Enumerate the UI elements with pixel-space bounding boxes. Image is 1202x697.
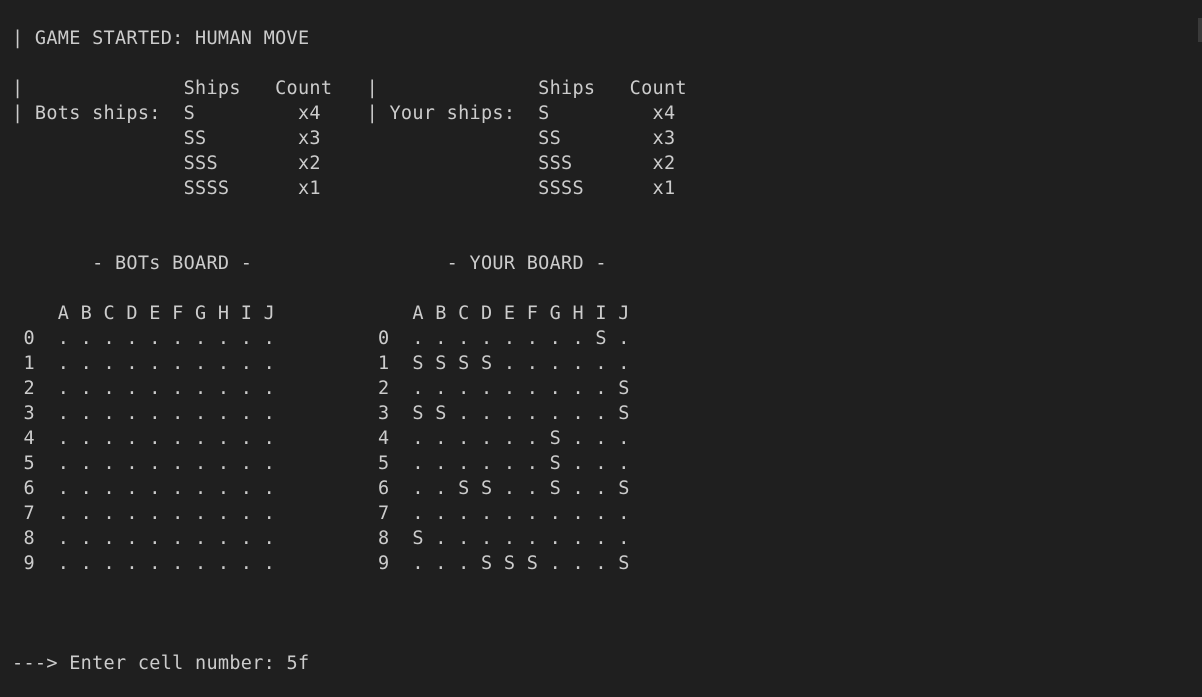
board-row: 7 . . . . . . . . . . 7 . . . . . . . . … [12,503,630,524]
board-row: 8 . . . . . . . . . . 8 S . . . . . . . … [12,528,630,549]
board-row: 9 . . . . . . . . . . 9 . . . S S S . . … [12,553,630,574]
ship-count-row: SSS x2 SSS x2 [12,153,676,174]
ship-count-row: SSSS x1 SSSS x1 [12,178,676,199]
terminal-window[interactable]: | GAME STARTED: HUMAN MOVE | Ships Count … [0,0,1202,697]
board-titles: - BOTs BOARD - - YOUR BOARD - [12,253,607,274]
scrollbar-thumb[interactable] [1198,18,1202,42]
board-row: 4 . . . . . . . . . . 4 . . . . . . S . … [12,428,630,449]
board-row: 1 . . . . . . . . . . 1 S S S S . . . . … [12,353,630,374]
board-row: 0 . . . . . . . . . . 0 . . . . . . . . … [12,328,630,349]
board-row: 5 . . . . . . . . . . 5 . . . . . . S . … [12,453,630,474]
board-row: 6 . . . . . . . . . . 6 . . S S . . S . … [12,478,630,499]
board-row: 2 . . . . . . . . . . 2 . . . . . . . . … [12,378,630,399]
game-status-line: | GAME STARTED: HUMAN MOVE [12,28,310,49]
input-prompt-line[interactable]: ---> Enter cell number: 5f [12,651,309,676]
board-row: 3 . . . . . . . . . . 3 S S . . . . . . … [12,403,630,424]
ship-count-row: SS x3 SS x3 [12,128,676,149]
ship-count-row: | Bots ships: S x4 | Your ships: S x4 [12,103,676,124]
ship-count-row: | Ships Count | Ships Count [12,78,687,99]
board-column-headers: A B C D E F G H I J A B C D E F G H I J [12,303,630,324]
